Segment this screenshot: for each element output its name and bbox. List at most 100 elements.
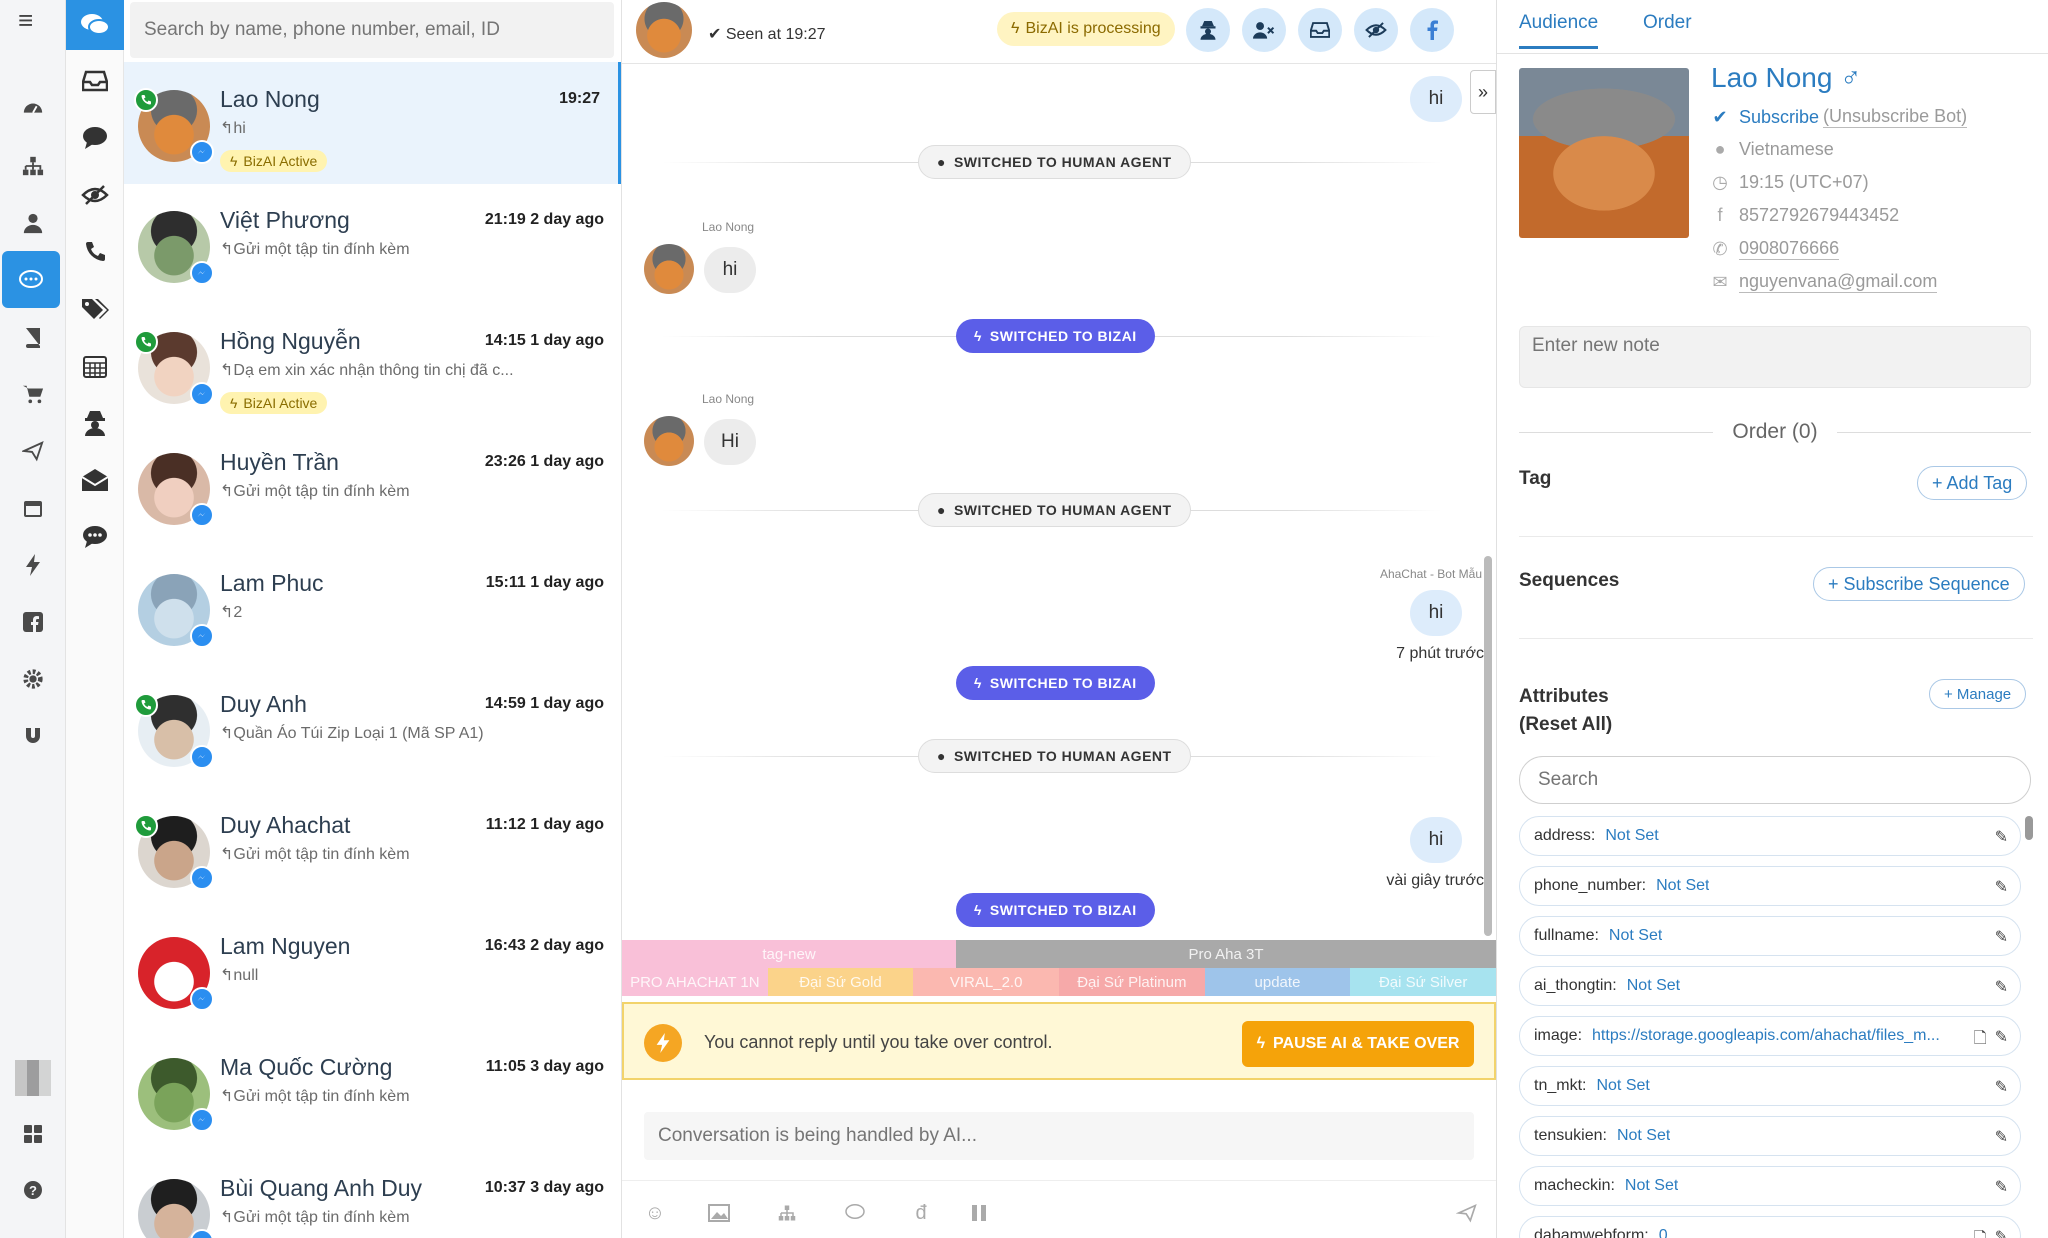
inbox-button[interactable] — [1298, 8, 1342, 52]
calendar-grid-icon[interactable] — [66, 337, 124, 394]
contact-tag[interactable]: tag-new — [622, 940, 956, 968]
block-user-button[interactable] — [1242, 8, 1286, 52]
attribute-key: macheckin: — [1534, 1177, 1615, 1194]
comment-icon[interactable] — [66, 109, 124, 166]
conversation-item[interactable]: Hồng Nguyễn 14:15 1 day ago ↰Dạ em xin x… — [124, 304, 621, 426]
attribute-row: macheckin: Not Set ✎ — [1519, 1166, 2021, 1206]
edit-icon[interactable]: ✎ — [1995, 977, 2008, 997]
unsubscribe-bot-link[interactable]: (Unsubscribe Bot) — [1823, 106, 1968, 128]
edit-icon[interactable]: ✎ — [1995, 877, 2008, 897]
quick-reply-icon[interactable] — [842, 1201, 868, 1225]
edit-icon[interactable]: ✎ — [1995, 927, 2008, 947]
message-composer-input[interactable] — [644, 1112, 1474, 1160]
file-icon[interactable]: 🗋 — [1974, 1227, 1987, 1238]
file-icon[interactable]: 🗋 — [1974, 1027, 1987, 1054]
pause-ai-takeover-button[interactable]: ϟ PAUSE AI & TAKE OVER — [1242, 1021, 1474, 1067]
subscribe-sequence-button[interactable]: + Subscribe Sequence — [1813, 567, 2025, 601]
user-icon[interactable] — [0, 194, 66, 251]
edit-icon[interactable]: ✎ — [1995, 1027, 2008, 1054]
conversation-item[interactable]: Việt Phương 21:19 2 day ago ↰Gửi một tập… — [124, 183, 621, 305]
attribute-scrollbar[interactable] — [2025, 816, 2033, 840]
add-tag-button[interactable]: + Add Tag — [1917, 466, 2028, 500]
attribute-key: tn_mkt: — [1534, 1077, 1587, 1094]
contact-tag[interactable]: PRO AHACHAT 1N — [622, 968, 768, 996]
contact-tag[interactable]: VIRAL_2.0 — [913, 968, 1059, 996]
attribute-row: ai_thongtin: Not Set ✎ — [1519, 966, 2021, 1006]
conversation-time: 10:37 3 day ago — [484, 1179, 604, 1196]
edit-icon[interactable]: ✎ — [1995, 1127, 2008, 1147]
edit-icon[interactable]: ✎ — [1995, 1227, 2008, 1238]
spy-agent-icon[interactable] — [66, 394, 124, 451]
conversation-name: Bùi Quang Anh Duy — [220, 1175, 423, 1201]
eye-slash-icon[interactable] — [66, 166, 124, 223]
conversation-preview: ↰Gửi một tập tin đính kèm — [220, 1086, 600, 1106]
pause-icon[interactable] — [966, 1201, 992, 1225]
book-icon[interactable] — [0, 308, 66, 365]
contact-tag[interactable]: Đại Sứ Platinum — [1059, 968, 1205, 996]
reset-all-link[interactable]: (Reset All) — [1519, 714, 1612, 736]
attribute-value: Not Set — [1596, 1077, 1650, 1094]
conversation-list: Lao Nong 19:27 ↰hi ϟBizAI Active Việt Ph… — [124, 0, 622, 1238]
contact-tag[interactable]: Đại Sứ Silver — [1350, 968, 1496, 996]
account-avatar[interactable] — [0, 1050, 66, 1106]
contact-tag[interactable]: Pro Aha 3T — [956, 940, 1496, 968]
sender-name: Lao Nong — [702, 392, 755, 406]
conversation-search-input[interactable] — [130, 2, 614, 58]
attribute-key: phone_number: — [1534, 877, 1647, 894]
tags-icon[interactable] — [66, 280, 124, 337]
conversation-item[interactable]: Ma Quốc Cường 11:05 3 day ago ↰Gửi một t… — [124, 1030, 621, 1152]
menu-icon[interactable]: ≡ — [18, 7, 42, 33]
settings-icon[interactable] — [0, 650, 66, 707]
dashboard-icon[interactable] — [0, 80, 66, 137]
contact-tag[interactable]: Đại Sứ Gold — [767, 968, 914, 996]
send-icon[interactable] — [1454, 1201, 1480, 1225]
conversation-item[interactable]: Duy Anh 14:59 1 day ago ↰Quần Áo Túi Zip… — [124, 667, 621, 789]
main-nav-rail: ≡ ? — [0, 0, 66, 1238]
hide-button[interactable] — [1354, 8, 1398, 52]
conversation-item[interactable]: Huyền Trần 23:26 1 day ago ↰Gửi một tập … — [124, 425, 621, 547]
phone-value[interactable]: 0908076666 — [1739, 238, 1840, 260]
send-icon[interactable] — [0, 422, 66, 479]
edit-icon[interactable]: ✎ — [1995, 1177, 2008, 1197]
image-icon[interactable] — [706, 1201, 732, 1225]
conversation-item[interactable]: Lao Nong 19:27 ↰hi ϟ BizAI Active — [124, 62, 621, 184]
edit-icon[interactable]: ✎ — [1995, 827, 2008, 847]
spy-agent-button[interactable] — [1186, 8, 1230, 52]
tab-order[interactable]: Order — [1643, 12, 1692, 34]
order-count[interactable]: Order (0) — [1713, 420, 1837, 444]
facebook-button[interactable] — [1410, 8, 1454, 52]
conversation-item[interactable]: Lam Nguyen 16:43 2 day ago ↰null — [124, 909, 621, 1031]
note-input[interactable] — [1519, 326, 2031, 388]
cart-icon[interactable] — [0, 365, 66, 422]
email-value[interactable]: nguyenvana@gmail.com — [1739, 271, 1938, 293]
seen-status: ✔ Seen at 19:27 — [708, 26, 826, 43]
attribute-search-input[interactable] — [1519, 756, 2031, 804]
bolt-icon: ϟ — [230, 395, 238, 411]
conversation-item[interactable]: Duy Ahachat 11:12 1 day ago ↰Gửi một tập… — [124, 788, 621, 910]
envelope-icon: ✉ — [1712, 271, 1728, 292]
flow-icon[interactable] — [774, 1201, 800, 1225]
conversation-item[interactable]: Lam Phuc 15:11 1 day ago ↰2 — [124, 546, 621, 668]
contact-tag[interactable]: update — [1204, 968, 1351, 996]
emoji-icon[interactable]: ☺ — [642, 1201, 668, 1225]
facebook-square-icon[interactable] — [0, 593, 66, 650]
phone-icon[interactable] — [66, 223, 124, 280]
sitemap-icon[interactable] — [0, 137, 66, 194]
calendar-icon[interactable] — [0, 479, 66, 536]
help-icon[interactable]: ? — [0, 1162, 66, 1218]
inbox-icon[interactable] — [66, 52, 124, 109]
currency-icon[interactable]: đ — [908, 1201, 934, 1225]
apps-grid-icon[interactable] — [0, 1106, 66, 1162]
edit-icon[interactable]: ✎ — [1995, 1077, 2008, 1097]
envelope-open-icon[interactable] — [66, 451, 124, 508]
conversation-item[interactable]: Bùi Quang Anh Duy 10:37 3 day ago ↰Gửi m… — [124, 1151, 621, 1238]
chat-bubbles-icon[interactable] — [66, 0, 124, 50]
contact-avatar[interactable] — [636, 2, 692, 58]
magnet-icon[interactable] — [0, 707, 66, 764]
tab-audience[interactable]: Audience — [1519, 12, 1599, 49]
comment-dots-icon[interactable] — [66, 508, 124, 565]
chat-scrollbar[interactable] — [1484, 556, 1492, 936]
manage-attributes-button[interactable]: + Manage — [1929, 679, 2027, 709]
live-chat-icon[interactable] — [2, 251, 60, 308]
bolt-icon[interactable] — [0, 536, 66, 593]
